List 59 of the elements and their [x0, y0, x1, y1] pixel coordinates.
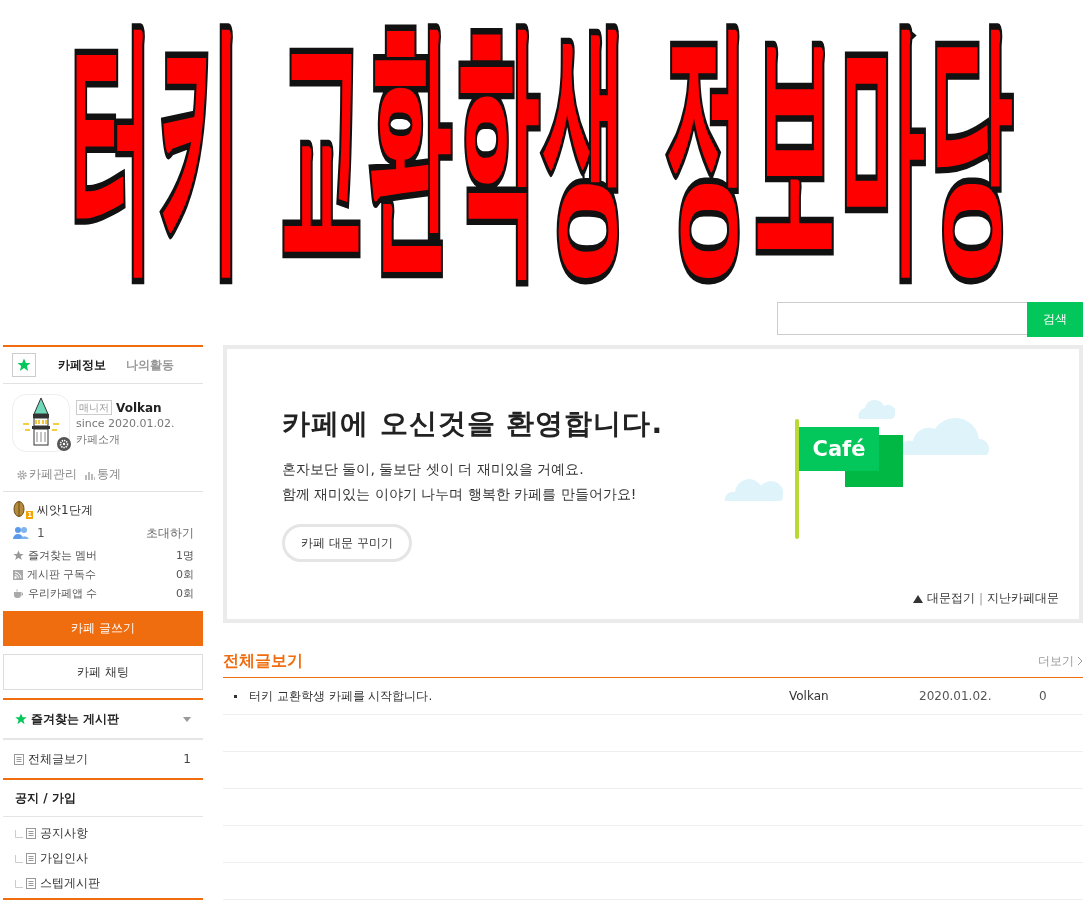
- since-date: since 2020.01.02.: [76, 417, 175, 430]
- admin-link[interactable]: 통계: [85, 466, 121, 483]
- favorite-button[interactable]: [12, 353, 36, 377]
- role-badge: 매니저: [76, 400, 112, 415]
- fold-link[interactable]: 대문접기: [926, 590, 975, 607]
- board-link[interactable]: 스텝게시판: [26, 875, 100, 892]
- settings-icon: [57, 437, 71, 451]
- manager-name: Volkan: [116, 400, 162, 415]
- members-icon: [13, 527, 29, 539]
- star-icon: [17, 358, 31, 372]
- member-level: 씨앗1단계: [37, 501, 93, 519]
- stat-value: 0회: [176, 586, 194, 601]
- chat-button[interactable]: 카페 채팅: [3, 654, 203, 690]
- seed-icon: [13, 501, 27, 517]
- stat-label: 게시판 구독수: [27, 567, 98, 582]
- welcome-text: 함께 재미있는 이야기 나누며 행복한 카페를 만들어가요!: [282, 485, 638, 504]
- admin-link[interactable]: 카페관리: [17, 466, 77, 483]
- tree-branch-icon: [15, 854, 23, 863]
- board-link[interactable]: 전체글보기: [14, 750, 88, 768]
- board-link[interactable]: 공지사항: [26, 825, 88, 842]
- bullet-icon: [234, 694, 237, 698]
- document-icon: [26, 828, 36, 839]
- past-cover-link[interactable]: 지난카페대문: [987, 590, 1059, 607]
- document-icon: [26, 878, 36, 889]
- flag-text: Café: [799, 427, 879, 471]
- separator: |: [978, 591, 983, 606]
- favorite-boards-title: 즐겨찾는 게시판: [31, 710, 121, 728]
- decorate-button[interactable]: 카페 대문 꾸미기: [282, 524, 412, 562]
- feed-icon: [13, 569, 23, 580]
- cafe-intro-link[interactable]: 카페소개: [76, 432, 175, 447]
- stat-label: 우리카페앱 수: [28, 586, 99, 601]
- chevron-right-icon: [1077, 656, 1083, 666]
- bar-chart-icon: [85, 469, 95, 480]
- invite-link[interactable]: 초대하기: [146, 524, 194, 542]
- member-count: 1: [37, 526, 46, 540]
- board-group-title: 공지 / 가입: [3, 780, 203, 817]
- post-title-link[interactable]: 터키 교환학생 카페를 시작합니다.: [249, 687, 789, 705]
- welcome-text: 혼자보단 둘이, 둘보단 셋이 더 재미있을 거예요.: [282, 460, 585, 479]
- stat-label: 즐겨찾는 멤버: [28, 548, 99, 563]
- post-date: 2020.01.02.: [919, 689, 993, 703]
- document-icon: [14, 753, 24, 765]
- search-field[interactable]: [777, 302, 1027, 335]
- star-icon: [13, 550, 24, 561]
- tab[interactable]: 카페정보: [58, 356, 106, 374]
- post-author: Volkan: [789, 689, 830, 703]
- tower-drawing: [21, 398, 61, 448]
- up-triangle-icon: [912, 594, 923, 603]
- welcome-title: 카페에 오신것을 환영합니다.: [282, 406, 664, 442]
- stat-value: 0회: [176, 567, 194, 582]
- cup-icon: [13, 588, 24, 599]
- gear-icon: [17, 469, 27, 480]
- stat-value: 1명: [176, 548, 194, 563]
- board-link[interactable]: 가입인사: [26, 850, 88, 867]
- star-icon: [15, 713, 27, 725]
- tree-branch-icon: [15, 829, 23, 838]
- document-icon: [26, 853, 36, 864]
- post-count: 1: [183, 752, 191, 766]
- post-views: 0: [1039, 689, 1048, 703]
- tree-branch-icon: [15, 879, 23, 888]
